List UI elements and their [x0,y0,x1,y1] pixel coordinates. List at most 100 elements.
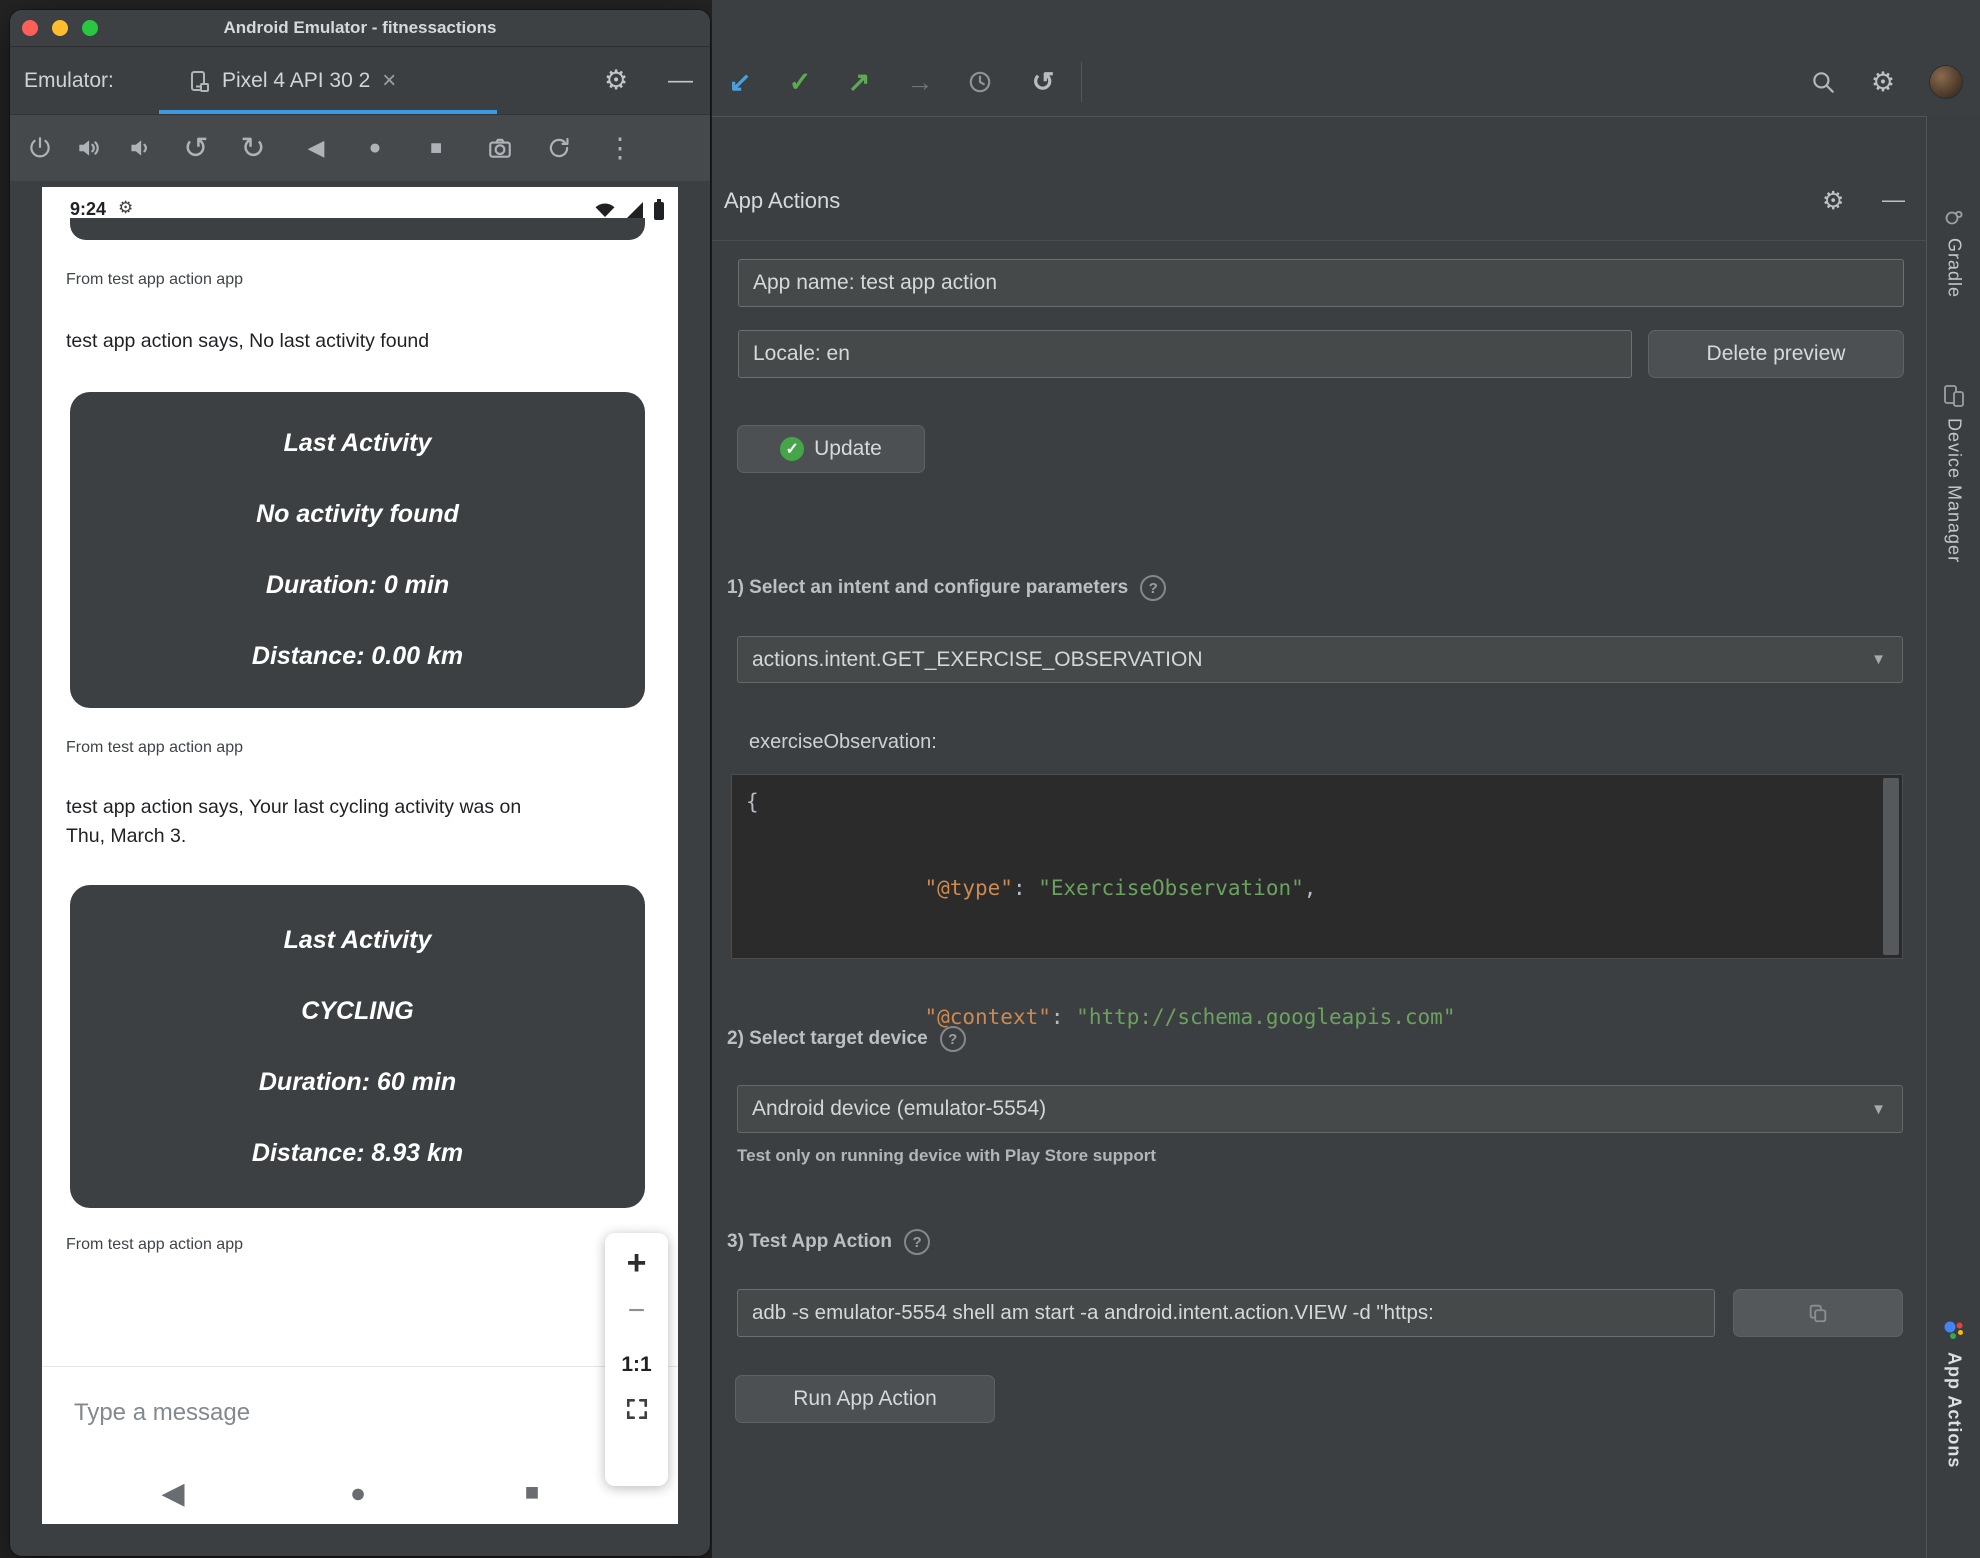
adb-command-field[interactable] [737,1289,1715,1337]
help-icon[interactable]: ? [904,1229,931,1255]
update-check-icon: ✓ [780,437,805,461]
emulator-window: Android Emulator - fitnessactions Emulat… [10,10,710,1556]
intent-section-label: 1) Select an intent and configure parame… [727,575,1167,601]
update-button[interactable]: ✓ Update [737,425,925,473]
parameter-label: exerciseObservation: [749,731,937,753]
back-button[interactable]: ◀ [296,115,336,181]
panel-title: App Actions [724,188,841,213]
emulator-label: Emulator: [24,69,114,92]
message-text: test app action says, Your last cycling … [66,796,522,847]
more-options-button[interactable]: ⋮ [600,115,640,181]
previous-card-remnant [70,218,645,240]
volume-down-button[interactable] [119,115,159,181]
card-line: Duration: 0 min [265,571,450,599]
screenshot-root: Android Emulator - fitnessactions Emulat… [0,0,1980,1558]
home-button[interactable]: ● [355,115,395,181]
snapshot-button[interactable] [539,115,579,181]
gradle-icon [1945,210,1963,225]
message-source: From test app action app [66,739,243,756]
message-source: From test app action app [66,271,243,288]
activity-card: Last Activity CYCLING Duration: 60 min D… [70,885,645,1208]
studio-toolbar: ↙ ✓ ↗ → ↺ ⚙ [712,0,1980,117]
sidebar-item-device-manager[interactable]: Device Manager [1927,384,1980,563]
delete-preview-button[interactable]: Delete preview [1648,330,1904,378]
undo-icon[interactable]: ↺ [1023,62,1063,102]
nav-home-button[interactable]: ● [336,1471,380,1515]
emulator-settings-icon[interactable]: ⚙ [604,47,628,114]
emulator-controls-bar: ↺ ↻ ◀ ● ■ ⋮ [10,114,710,181]
overview-button[interactable]: ■ [416,115,456,181]
status-time: 9:24 [70,199,107,219]
panel-minimize-icon[interactable]: — [1882,186,1905,213]
assistant-icon [1944,1321,1963,1339]
sidebar-item-app-actions[interactable]: App Actions [1927,1318,1980,1468]
zoom-in-button[interactable]: + [627,1241,647,1285]
zoom-fit-icon[interactable] [625,1397,649,1421]
intent-dropdown[interactable]: actions.intent.GET_EXERCISE_OBSERVATION … [737,636,1903,683]
emulator-titlebar: Android Emulator - fitnessactions [10,10,710,47]
nav-back-button[interactable]: ◀ [151,1471,195,1515]
emulator-minimize-icon[interactable]: — [668,47,693,114]
nav-overview-button[interactable]: ■ [510,1471,554,1515]
card-line: Duration: 60 min [258,1067,457,1096]
rotate-right-button[interactable]: ↻ [233,115,273,181]
run-app-action-button[interactable]: Run App Action [735,1375,995,1423]
emulator-toolbar: Emulator: Pixel 4 API 30 2 × ⚙ — [10,47,710,114]
phone-icon [191,70,209,92]
app-name-field[interactable] [738,259,1904,307]
battery-icon [654,199,664,220]
compose-divider [42,1366,678,1367]
history-clock-icon[interactable] [960,62,1000,102]
message-source: From test app action app [66,1236,243,1253]
run-arrow-icon[interactable]: → [900,62,940,102]
volume-up-button[interactable] [68,115,108,181]
card-line: Distance: 8.93 km [251,1138,464,1167]
intent-parameters-editor[interactable]: { "@type": "ExerciseObservation", "@cont… [731,774,1903,1115]
code-text: { [746,790,759,814]
code-key: "@type" [924,876,1013,900]
target-device-dropdown[interactable]: Android device (emulator-5554) ▼ [737,1085,1903,1133]
test-section-label: 3) Test App Action ? [727,1229,931,1255]
chevron-down-icon: ▼ [1871,1100,1886,1118]
help-icon[interactable]: ? [1140,575,1167,601]
message-text: test app action says, No last activity f… [66,330,430,352]
chevron-down-icon: ▼ [1871,651,1886,668]
tool-window-strip: Gradle Device Manager App Actions [1926,116,1980,1558]
panel-header-divider [712,240,1926,241]
zoom-ratio-label[interactable]: 1:1 [621,1353,651,1377]
code-string: "http://schema.googleapis.com" [1076,1005,1456,1029]
message-input[interactable] [72,1387,496,1439]
status-gear-icon: ⚙ [118,198,134,217]
emulator-window-title: Android Emulator - fitnessactions [223,18,497,37]
user-avatar[interactable] [1930,66,1962,98]
device-section-label: 2) Select target device ? [727,1026,966,1052]
panel-settings-icon[interactable]: ⚙ [1822,186,1844,216]
locale-field[interactable] [738,330,1632,378]
wifi-icon [595,203,615,217]
ide-settings-icon[interactable]: ⚙ [1863,62,1903,102]
commit-check-icon[interactable]: ✓ [780,62,820,102]
zoom-out-button[interactable]: − [628,1291,646,1331]
toolbar-separator [1081,62,1082,102]
code-scrollbar[interactable] [1883,778,1899,955]
signal-icon [626,202,643,219]
help-icon[interactable]: ? [939,1026,966,1052]
device-manager-icon [1944,385,1964,407]
power-button[interactable] [20,115,60,181]
copy-icon [1809,1304,1827,1323]
outgoing-arrow-icon[interactable]: ↗ [839,62,879,102]
sidebar-item-gradle[interactable]: Gradle [1927,204,1980,298]
search-icon[interactable] [1803,62,1843,102]
device-tab-label: Pixel 4 API 30 2 [222,68,371,92]
tab-close-icon[interactable]: × [382,67,396,95]
copy-command-button[interactable] [1733,1289,1903,1337]
card-line: Distance: 0.00 km [251,642,464,670]
device-tab[interactable]: Pixel 4 API 30 2 × [186,47,396,114]
screenshot-camera-button[interactable] [480,115,520,181]
incoming-arrow-icon[interactable]: ↙ [720,62,760,102]
card-title: Last Activity [283,925,432,954]
zoom-controls: + − 1:1 [605,1233,668,1486]
rotate-left-button[interactable]: ↺ [176,115,216,181]
phone-screen: 9:24 ⚙ From test app action app test app… [42,187,678,1524]
activity-card: Last Activity No activity found Duration… [70,392,645,708]
